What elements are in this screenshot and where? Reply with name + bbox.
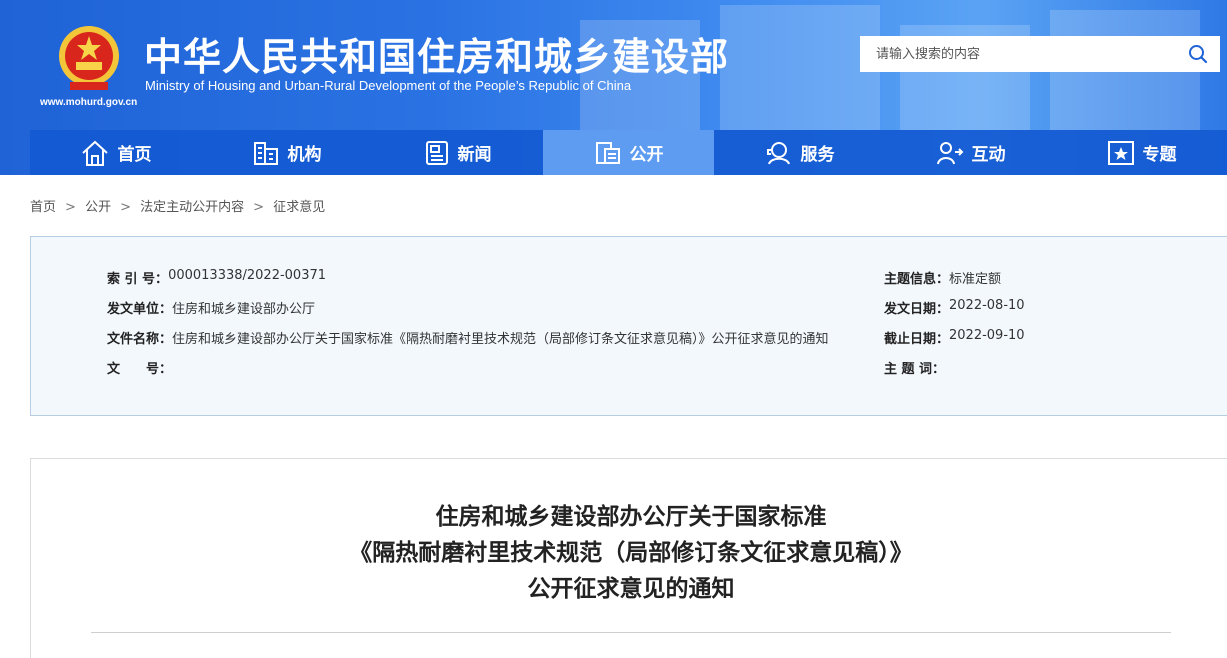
info-filename: 文件名称： 住房和城乡建设部办公厅关于国家标准《隔热耐磨衬里技术规范（局部修订条文… — [107, 332, 829, 347]
nav-item-service[interactable]: 服务 — [714, 130, 885, 175]
nav-label: 公开 — [629, 145, 664, 165]
info-index: 索 引 号： 000013338/2022-00371 — [107, 268, 327, 287]
main-nav: 首页 机构 新闻 公开 服务 互动 专题 — [30, 130, 1227, 175]
breadcrumb-statutory[interactable]: 法定主动公开内容 — [140, 200, 244, 215]
site-url: www.mohurd.gov.cn — [40, 97, 138, 108]
nav-item-home[interactable]: 首页 — [30, 130, 201, 175]
nav-label: 服务 — [800, 145, 835, 165]
info-deadline: 截止日期： 2022-09-10 — [884, 328, 1025, 347]
home-icon — [81, 140, 108, 166]
article-title-line3: 公开征求意见的通知 — [527, 576, 735, 602]
article-title: 住房和城乡建设部办公厅关于国家标准 《隔热耐磨衬里技术规范（局部修订条文征求意见… — [31, 499, 1227, 607]
search-box — [860, 36, 1220, 72]
national-emblem-icon — [59, 26, 119, 90]
document-info-box: 索 引 号： 000013338/2022-00371 发文单位： 住房和城乡建设部… — [30, 236, 1227, 416]
title-divider — [91, 632, 1171, 633]
service-icon — [766, 141, 790, 164]
nav-label: 专题 — [1142, 145, 1177, 165]
breadcrumb-home[interactable]: 首页 — [30, 200, 56, 215]
info-date: 发文日期： 2022-08-10 — [884, 298, 1025, 317]
info-keywords: 主 题 词： — [884, 362, 946, 377]
info-docno: 文 号： — [107, 362, 173, 377]
article: 住房和城乡建设部办公厅关于国家标准 《隔热耐磨衬里技术规范（局部修订条文征求意见… — [30, 458, 1227, 658]
site-subtitle: Ministry of Housing and Urban-Rural Deve… — [145, 78, 632, 93]
star-icon — [1107, 140, 1134, 165]
breadcrumb: 首页 > 公开 > 法定主动公开内容 > 征求意见 — [30, 200, 326, 215]
interact-icon — [936, 141, 963, 164]
nav-label: 新闻 — [457, 145, 492, 165]
nav-label: 首页 — [117, 145, 152, 165]
nav-item-interact[interactable]: 互动 — [885, 130, 1056, 175]
search-button[interactable] — [1176, 36, 1220, 72]
nav-item-topics[interactable]: 专题 — [1056, 130, 1227, 175]
nav-item-org[interactable]: 机构 — [201, 130, 372, 175]
search-icon — [1189, 45, 1208, 64]
info-issuer: 发文单位： 住房和城乡建设部办公厅 — [107, 302, 316, 317]
document-icon — [595, 141, 620, 164]
search-input[interactable] — [860, 36, 1176, 72]
nav-label: 互动 — [971, 145, 1006, 165]
site-header: www.mohurd.gov.cn 中华人民共和国住房和城乡建设部 Minist… — [0, 0, 1227, 175]
nav-item-public[interactable]: 公开 — [543, 130, 714, 175]
news-icon — [425, 140, 448, 165]
article-title-line1: 住房和城乡建设部办公厅关于国家标准 — [435, 504, 827, 530]
info-topic: 主题信息： 标准定额 — [884, 272, 1002, 287]
breadcrumb-public[interactable]: 公开 — [85, 200, 111, 215]
nav-label: 机构 — [287, 145, 322, 165]
nav-item-news[interactable]: 新闻 — [372, 130, 543, 175]
article-title-line2: 《隔热耐磨衬里技术规范（局部修订条文征求意见稿）》 — [349, 540, 913, 566]
site-title: 中华人民共和国住房和城乡建设部 — [144, 35, 730, 79]
building-icon — [253, 141, 278, 165]
breadcrumb-consultation[interactable]: 征求意见 — [273, 200, 325, 215]
